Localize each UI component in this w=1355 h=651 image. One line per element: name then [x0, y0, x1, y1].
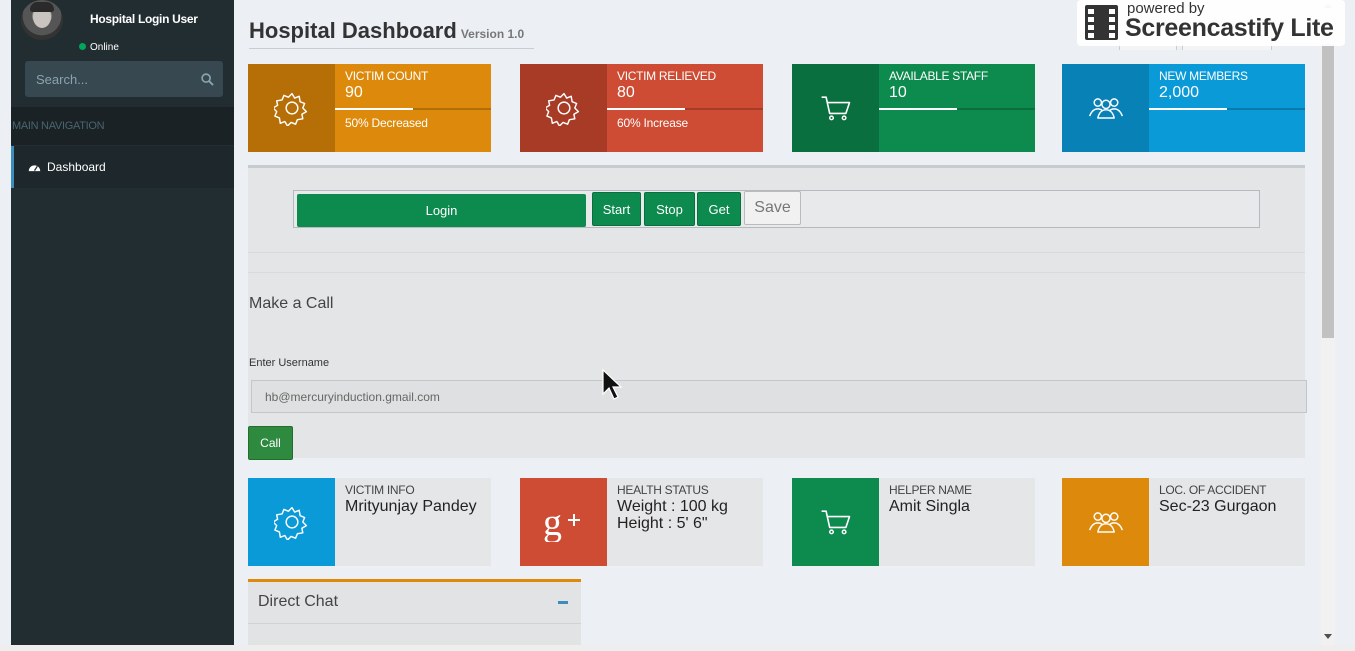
- mouse-cursor-icon: [602, 369, 623, 400]
- bottom-edge: [0, 645, 1355, 651]
- screencastify-watermark: powered by Screencastify Lite: [1077, 0, 1345, 46]
- users-icon: [1088, 512, 1123, 533]
- main-content: Hospital Dashboard Version 1.0 VICTIM COU…: [234, 0, 1321, 651]
- detail-value: Weight : 100 kg: [617, 498, 728, 515]
- detail-health-status: g HEALTH STATUS Weight : 100 kg Height :…: [520, 478, 763, 566]
- username-input[interactable]: [251, 380, 1307, 413]
- google-plus-icon: g: [543, 502, 580, 542]
- stat-label: VICTIM COUNT: [345, 69, 429, 83]
- detail-label: HELPER NAME: [889, 483, 972, 497]
- detail-helper-name: HELPER NAME Amit Singla: [792, 478, 1035, 566]
- start-button[interactable]: Start: [592, 192, 641, 226]
- svg-text:g: g: [543, 502, 562, 542]
- divider: [248, 252, 1305, 253]
- stat-victim-count: VICTIM COUNT 90 50% Decreased: [248, 64, 491, 152]
- direct-chat-box: Direct Chat: [248, 579, 581, 651]
- detail-label: VICTIM INFO: [345, 483, 415, 497]
- main-navigation-header: MAIN NAVIGATION: [11, 107, 234, 145]
- stat-victim-relieved: VICTIM RELIEVED 80 60% Increase: [520, 64, 763, 152]
- sidebar-search: [25, 61, 223, 97]
- online-status: Online: [79, 42, 119, 50]
- cart-icon: [821, 96, 850, 121]
- online-status-label: Online: [90, 42, 119, 50]
- detail-value: Sec-23 Gurgaon: [1159, 498, 1277, 515]
- stat-number: 2,000: [1159, 84, 1200, 101]
- username-label: Enter Username: [249, 357, 330, 369]
- stat-progress: [879, 108, 1035, 110]
- page-title-text: Hospital Dashboard: [249, 18, 457, 43]
- search-button[interactable]: [191, 61, 223, 97]
- stat-progress: [607, 108, 763, 110]
- stat-available-staff: AVAILABLE STAFF 10: [792, 64, 1035, 152]
- scroll-thumb[interactable]: [1322, 44, 1334, 338]
- save-button[interactable]: Save: [744, 191, 801, 225]
- button-bar: Login Start Stop Get Save: [293, 190, 1260, 228]
- online-dot-icon: [79, 43, 86, 50]
- watermark-brand-text: Screencastify Lite: [1125, 14, 1334, 42]
- stat-progress: [1149, 108, 1305, 110]
- users-icon: [1088, 98, 1123, 119]
- detail-label: LOC. OF ACCIDENT: [1159, 483, 1267, 497]
- dashboard-icon: [28, 165, 41, 172]
- gear-icon: [273, 92, 307, 126]
- call-button[interactable]: Call: [248, 426, 293, 460]
- stat-label: VICTIM RELIEVED: [617, 69, 716, 83]
- stop-button[interactable]: Stop: [644, 192, 695, 226]
- stat-number: 10: [889, 84, 907, 101]
- get-button[interactable]: Get: [697, 192, 741, 226]
- detail-value: Height : 5' 6": [617, 515, 708, 532]
- detail-location: LOC. OF ACCIDENT Sec-23 Gurgaon: [1062, 478, 1305, 566]
- minus-icon[interactable]: [558, 601, 568, 604]
- search-icon: [200, 72, 214, 86]
- user-name: Hospital Login User: [90, 12, 198, 26]
- detail-value: Amit Singla: [889, 498, 970, 515]
- detail-victim-info: VICTIM INFO Mrityunjay Pandey: [248, 478, 491, 566]
- right-edge: [1335, 0, 1355, 651]
- stat-number: 90: [345, 84, 363, 101]
- version-label: Version 1.0: [460, 27, 525, 41]
- detail-value: Mrityunjay Pandey: [345, 498, 477, 515]
- stat-new-members: NEW MEMBERS 2,000: [1062, 64, 1305, 152]
- gear-icon: [273, 506, 307, 540]
- stat-description: 60% Increase: [617, 116, 688, 130]
- page-scrollbar[interactable]: [1321, 0, 1335, 651]
- divider: [248, 623, 581, 624]
- left-edge: [0, 0, 11, 651]
- control-panel: Login Start Stop Get Save Make a Call En…: [248, 165, 1307, 460]
- avatar[interactable]: [21, 0, 63, 40]
- stat-description: 50% Decreased: [345, 116, 428, 130]
- stat-label: AVAILABLE STAFF: [889, 69, 988, 83]
- sidebar-item-label: Dashboard: [47, 160, 106, 174]
- make-call-title: Make a Call: [249, 295, 334, 312]
- login-button[interactable]: Login: [297, 194, 586, 227]
- film-icon: [1085, 5, 1118, 40]
- chat-title: Direct Chat: [258, 593, 339, 610]
- sidebar: Hospital Login User Online MAIN NAVIGATI…: [11, 0, 234, 651]
- scroll-down-icon[interactable]: [1324, 634, 1332, 639]
- search-input[interactable]: [25, 61, 190, 97]
- detail-label: HEALTH STATUS: [617, 483, 709, 497]
- gear-icon: [545, 92, 579, 126]
- cart-icon: [821, 510, 850, 535]
- stat-number: 80: [617, 84, 635, 101]
- stat-progress: [335, 108, 491, 110]
- stat-label: NEW MEMBERS: [1159, 69, 1248, 83]
- sidebar-item-dashboard[interactable]: Dashboard: [11, 146, 234, 188]
- page-title: Hospital Dashboard Version 1.0: [249, 18, 535, 49]
- divider: [248, 272, 1305, 273]
- user-panel: Hospital Login User Online: [11, 0, 234, 55]
